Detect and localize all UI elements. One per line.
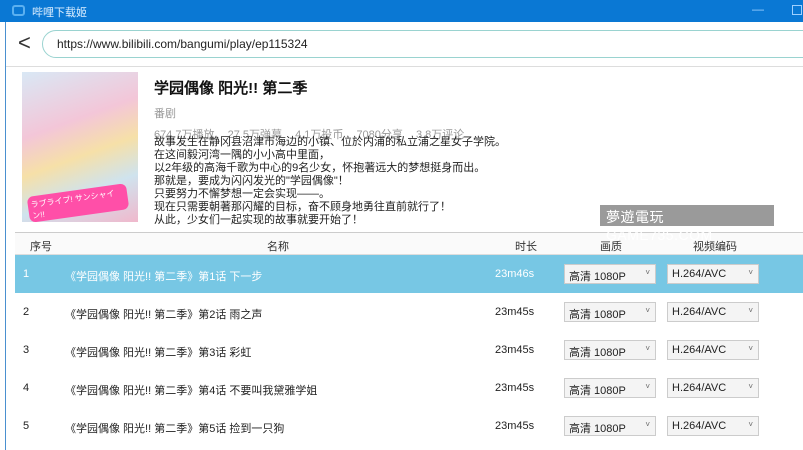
- cover-logo: ラブライブ! サンシャイン!!: [26, 183, 130, 223]
- quality-value: 高清 1080P: [569, 347, 626, 359]
- header-no[interactable]: 序号: [30, 238, 52, 254]
- table-row[interactable]: 5 《学园偶像 阳光!! 第二季》第5话 捡到一只狗 23m45s 高清 108…: [15, 407, 803, 445]
- desc-line: 那就是，要成为闪闪发光的"学园偶像"！: [154, 175, 349, 187]
- desc-line: 现在只需要朝著那闪耀的目标，奋不顾身地勇往直前就行了！: [154, 201, 451, 213]
- chevron-down-icon: ˅: [748, 344, 753, 353]
- codec-value: H.264/AVC: [672, 268, 727, 280]
- episode-name: 《学园偶像 阳光!! 第二季》第2话 雨之声: [65, 309, 263, 321]
- show-info: 学园偶像 阳光!! 第二季 番剧 674.7万播放 27.5万弹幕 4.1万投币…: [154, 77, 474, 142]
- episode-duration: 23m45s: [495, 382, 535, 394]
- quality-value: 高清 1080P: [569, 423, 626, 435]
- chevron-down-icon: ˅: [748, 420, 753, 429]
- title-bar: 哔哩下载姬 —: [0, 0, 803, 22]
- codec-value: H.264/AVC: [672, 382, 727, 394]
- watermark: 夢遊電玩 GAME735.COM: [600, 205, 774, 243]
- window-title: 哔哩下载姬: [32, 7, 87, 19]
- desc-line: 以2年级的高海千歌为中心的9名少女，怀抱著远大的梦想挺身而出。: [154, 162, 486, 174]
- codec-value: H.264/AVC: [672, 420, 727, 432]
- episode-name: 《学园偶像 阳光!! 第二季》第4话 不要叫我黛雅学姐: [65, 385, 318, 397]
- desc-line: 从此，少女们一起实现的故事就要开始了！: [154, 214, 363, 226]
- quality-select[interactable]: 高清 1080P ˅: [564, 340, 656, 360]
- back-button[interactable]: <: [18, 30, 31, 56]
- quality-select[interactable]: 高清 1080P ˅: [564, 378, 656, 398]
- desc-line: 只要努力不懈梦想一定会实现——。: [154, 188, 330, 200]
- chevron-down-icon: ˅: [748, 306, 753, 315]
- chevron-down-icon: ˅: [645, 382, 650, 391]
- codec-select[interactable]: H.264/AVC ˅: [667, 416, 759, 436]
- quality-value: 高清 1080P: [569, 309, 626, 321]
- episode-name: 《学园偶像 阳光!! 第二季》第1话 下一步: [65, 271, 263, 283]
- show-type: 番剧: [154, 108, 176, 120]
- minimize-icon[interactable]: —: [752, 2, 764, 16]
- quality-select[interactable]: 高清 1080P ˅: [564, 416, 656, 436]
- quality-value: 高清 1080P: [569, 385, 626, 397]
- desc-line: 在这间毅河湾一隅的小小高中里面，: [154, 149, 330, 161]
- chevron-down-icon: ˅: [645, 268, 650, 277]
- quality-select[interactable]: 高清 1080P ˅: [564, 302, 656, 322]
- divider: [6, 66, 803, 67]
- url-input[interactable]: https://www.bilibili.com/bangumi/play/ep…: [42, 30, 803, 58]
- chevron-down-icon: ˅: [645, 306, 650, 315]
- episode-name: 《学园偶像 阳光!! 第二季》第3话 彩虹: [65, 347, 252, 359]
- chevron-down-icon: ˅: [748, 382, 753, 391]
- episode-duration: 23m45s: [495, 306, 535, 318]
- header-name[interactable]: 名称: [267, 238, 289, 254]
- episode-duration: 23m45s: [495, 344, 535, 356]
- header-duration[interactable]: 时长: [515, 238, 537, 254]
- episode-number: 2: [23, 306, 30, 318]
- codec-select[interactable]: H.264/AVC ˅: [667, 302, 759, 322]
- episode-duration: 23m46s: [495, 268, 535, 280]
- chevron-down-icon: ˅: [645, 420, 650, 429]
- episode-number: 4: [23, 382, 30, 394]
- episode-name: 《学园偶像 阳光!! 第二季》第5话 捡到一只狗: [65, 423, 285, 435]
- episode-number: 5: [23, 420, 30, 432]
- table-row[interactable]: 4 《学园偶像 阳光!! 第二季》第4话 不要叫我黛雅学姐 23m45s 高清 …: [15, 369, 803, 407]
- codec-value: H.264/AVC: [672, 344, 727, 356]
- table-body: 1 《学园偶像 阳光!! 第二季》第1话 下一步 23m46s 高清 1080P…: [15, 255, 803, 445]
- desc-line: 故事发生在静冈县沼津市海边的小镇、位於内浦的私立浦之星女子学院。: [154, 136, 506, 148]
- episode-table: 序号 名称 时长 画质 视频编码 1 《学园偶像 阳光!! 第二季》第1话 下一…: [15, 232, 803, 445]
- table-row[interactable]: 1 《学园偶像 阳光!! 第二季》第1话 下一步 23m46s 高清 1080P…: [15, 255, 803, 293]
- show-description: 故事发生在静冈县沼津市海边的小镇、位於内浦的私立浦之星女子学院。 在这间毅河湾一…: [154, 136, 514, 227]
- show-title: 学园偶像 阳光!! 第二季: [154, 80, 308, 97]
- cover-image: ラブライブ! サンシャイン!!: [22, 72, 138, 223]
- codec-value: H.264/AVC: [672, 306, 727, 318]
- episode-number: 3: [23, 344, 30, 356]
- episode-number: 1: [23, 268, 30, 280]
- codec-select[interactable]: H.264/AVC ˅: [667, 340, 759, 360]
- chevron-down-icon: ˅: [748, 268, 753, 277]
- table-row[interactable]: 3 《学园偶像 阳光!! 第二季》第3话 彩虹 23m45s 高清 1080P ˅…: [15, 331, 803, 369]
- chevron-down-icon: ˅: [645, 344, 650, 353]
- maximize-icon[interactable]: [792, 5, 802, 15]
- quality-value: 高清 1080P: [569, 271, 626, 283]
- app-tv-icon: [12, 5, 25, 16]
- table-row[interactable]: 2 《学园偶像 阳光!! 第二季》第2话 雨之声 23m45s 高清 1080P…: [15, 293, 803, 331]
- episode-duration: 23m45s: [495, 420, 535, 432]
- codec-select[interactable]: H.264/AVC ˅: [667, 378, 759, 398]
- codec-select[interactable]: H.264/AVC ˅: [667, 264, 759, 284]
- quality-select[interactable]: 高清 1080P ˅: [564, 264, 656, 284]
